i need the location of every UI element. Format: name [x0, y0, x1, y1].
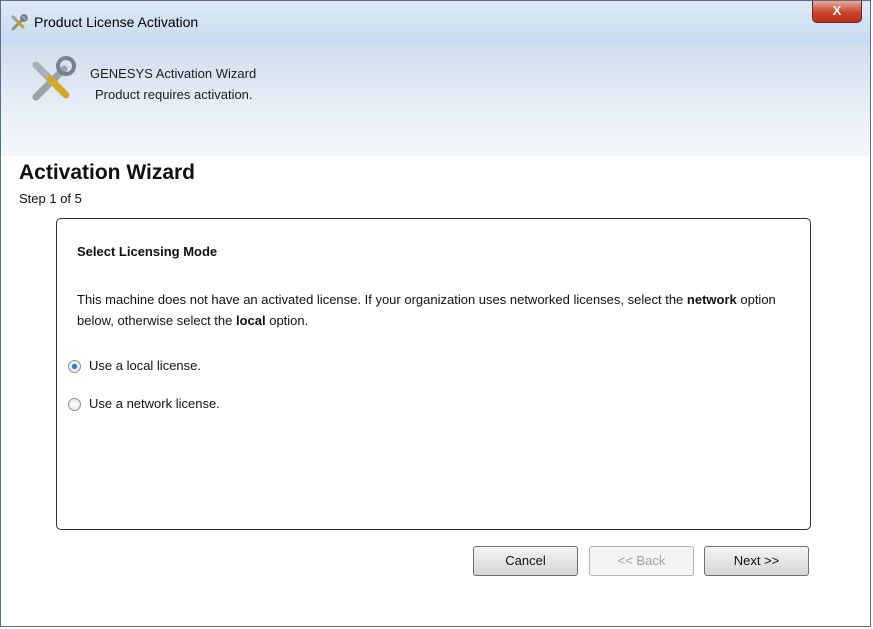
cancel-button[interactable]: Cancel: [473, 546, 578, 576]
title-bar[interactable]: Product License Activation X: [1, 1, 870, 43]
panel-description: This machine does not have an activated …: [77, 289, 777, 331]
tools-icon: [10, 14, 28, 32]
panel-heading: Select Licensing Mode: [77, 244, 218, 259]
back-button[interactable]: << Back: [589, 546, 694, 576]
next-button[interactable]: Next >>: [704, 546, 809, 576]
header-title: GENESYS Activation Wizard: [90, 66, 257, 81]
network-license-radio[interactable]: [68, 398, 81, 411]
local-license-radio[interactable]: [68, 360, 81, 373]
description-bold-network: network: [686, 292, 737, 307]
network-license-label[interactable]: Use a network license.: [89, 396, 220, 411]
tools-icon: [26, 55, 78, 107]
licensing-mode-panel: Select Licensing Mode This machine does …: [56, 218, 811, 530]
step-indicator: Step 1 of 5: [19, 191, 82, 206]
description-text: option.: [265, 313, 309, 328]
wizard-content: Activation Wizard Step 1 of 5 Select Lic…: [1, 156, 870, 626]
header-subtitle: Product requires activation.: [95, 87, 253, 102]
window-title: Product License Activation: [34, 14, 199, 30]
close-button[interactable]: X: [812, 1, 862, 23]
activation-window: Product License Activation X GENESYS Act…: [0, 0, 871, 627]
local-license-label[interactable]: Use a local license.: [89, 358, 201, 373]
wizard-header: GENESYS Activation Wizard Product requir…: [1, 43, 870, 156]
page-title: Activation Wizard: [19, 161, 195, 184]
description-text: This machine does not have an activated …: [77, 292, 687, 307]
description-bold-local: local: [235, 313, 266, 328]
